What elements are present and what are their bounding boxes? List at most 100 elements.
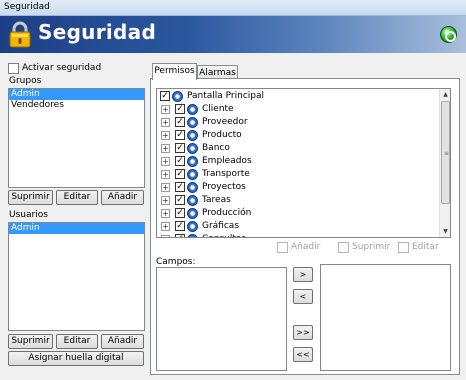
padlock-icon	[9, 21, 31, 48]
tree-node-label: Producto	[202, 130, 242, 140]
tree-node-label: Consultas	[202, 234, 246, 237]
expand-icon[interactable]: +	[161, 118, 170, 127]
tree-node[interactable]: + ✓ Producción	[157, 208, 437, 220]
tree-checkbox[interactable]: ✓	[175, 156, 185, 166]
grupos-list-item[interactable]: Admin	[9, 89, 144, 100]
usuarios-suprimir-button[interactable]: Suprimir	[8, 334, 53, 349]
activar-seguridad-checkbox[interactable]	[8, 63, 19, 74]
tree-node[interactable]: + ✓ Proveedor	[157, 117, 437, 129]
tree-node-label: Gráficas	[202, 221, 240, 231]
scroll-grip-icon: ≡	[444, 150, 450, 157]
tree-checkbox[interactable]: ✓	[175, 104, 185, 114]
asignar-huella-button[interactable]: Asignar huella digital	[8, 351, 144, 366]
expand-icon[interactable]: +	[161, 235, 170, 237]
permission-globe-icon	[187, 156, 198, 167]
campos-label: Campos:	[156, 257, 196, 267]
tree-node[interactable]: + ✓ Producto	[157, 130, 437, 142]
tree-checkbox[interactable]: ✓	[175, 182, 185, 192]
permission-globe-icon	[187, 143, 198, 154]
anadir-option-label: Añadir	[291, 242, 321, 252]
tree-checkbox[interactable]: ✓	[175, 143, 185, 153]
tree-node-label: Tareas	[202, 195, 231, 205]
usuarios-list-item[interactable]: Admin	[9, 223, 144, 234]
editar-option-label: Editar	[412, 242, 439, 252]
power-status-icon[interactable]	[440, 26, 457, 43]
tree-node[interactable]: + ✓ Banco	[157, 143, 437, 155]
tree-root-node[interactable]: ✓ Pantalla Principal	[157, 91, 437, 103]
tree-node[interactable]: + ✓ Empleados	[157, 156, 437, 168]
permisos-tree[interactable]: ▲ ≡ ▼ ✓ Pantalla Principal + ✓ Cliente + ✓ Prov…	[156, 88, 451, 238]
scroll-up-arrow-icon[interactable]: ▲	[440, 89, 450, 100]
campos-available-list[interactable]	[156, 267, 287, 371]
move-left-button[interactable]: <	[293, 289, 313, 304]
tree-node-label: Pantalla Principal	[187, 91, 265, 101]
permission-globe-icon	[187, 104, 198, 115]
main-area: Activar seguridad Grupos Admin Vendedores…	[0, 53, 466, 380]
permission-globe-icon	[172, 91, 183, 102]
move-all-left-button[interactable]: <<	[293, 347, 313, 362]
permission-globe-icon	[187, 195, 198, 206]
tree-node[interactable]: + ✓ Cliente	[157, 104, 437, 116]
tree-node-label: Proveedor	[202, 117, 248, 127]
tree-checkbox[interactable]: ✓	[175, 208, 185, 218]
tree-checkbox[interactable]: ✓	[175, 169, 185, 179]
tree-checkbox[interactable]: ✓	[175, 195, 185, 205]
permission-globe-icon	[187, 169, 198, 180]
suprimir-checkbox[interactable]	[338, 242, 349, 253]
tree-node-label: Transporte	[202, 169, 250, 179]
expand-icon[interactable]: +	[161, 196, 170, 205]
scroll-down-arrow-icon[interactable]: ▼	[440, 226, 450, 237]
suprimir-option-label: Suprimir	[352, 242, 391, 252]
tree-node-label: Empleados	[202, 156, 252, 166]
grupos-label: Grupos	[9, 76, 42, 86]
anadir-checkbox[interactable]	[277, 242, 288, 253]
tree-checkbox[interactable]: ✓	[175, 234, 185, 237]
permission-globe-icon	[187, 208, 198, 219]
usuarios-list[interactable]: Admin	[8, 222, 145, 331]
usuarios-label: Usuarios	[9, 210, 48, 220]
tree-checkbox[interactable]: ✓	[175, 221, 185, 231]
expand-icon[interactable]: +	[161, 209, 170, 218]
usuarios-editar-button[interactable]: Editar	[56, 334, 98, 349]
expand-icon[interactable]: +	[161, 157, 170, 166]
expand-icon[interactable]: +	[161, 144, 170, 153]
tree-node[interactable]: + ✓ Consultas	[157, 234, 437, 237]
tree-node-label: Producción	[202, 208, 252, 218]
tree-node[interactable]: + ✓ Gráficas	[157, 221, 437, 233]
expand-icon[interactable]: +	[161, 170, 170, 179]
expand-icon[interactable]: +	[161, 183, 170, 192]
banner-title: Seguridad	[38, 20, 157, 44]
permission-globe-icon	[187, 182, 198, 193]
grupos-suprimir-button[interactable]: Suprimir	[8, 190, 53, 205]
permission-globe-icon	[187, 130, 198, 141]
permisos-panel: ▲ ≡ ▼ ✓ Pantalla Principal + ✓ Cliente + ✓ Prov…	[150, 78, 460, 375]
grupos-editar-button[interactable]: Editar	[56, 190, 98, 205]
scroll-thumb[interactable]: ≡	[441, 101, 450, 204]
move-right-button[interactable]: >	[293, 267, 313, 282]
move-all-right-button[interactable]: >>	[293, 325, 313, 340]
expand-icon[interactable]: +	[161, 131, 170, 140]
tree-scrollbar[interactable]: ▲ ≡ ▼	[439, 89, 450, 237]
tree-node-label: Proyectos	[202, 182, 246, 192]
campos-selected-list[interactable]	[320, 264, 451, 371]
activar-seguridad-label: Activar seguridad	[22, 63, 102, 73]
expand-icon[interactable]: +	[161, 222, 170, 231]
grupos-anadir-button[interactable]: Añadir	[101, 190, 144, 205]
header-banner: Seguridad	[0, 16, 466, 53]
editar-checkbox[interactable]	[398, 242, 409, 253]
tree-node[interactable]: + ✓ Proyectos	[157, 182, 437, 194]
tree-node[interactable]: + ✓ Transporte	[157, 169, 437, 181]
tree-node[interactable]: + ✓ Tareas	[157, 195, 437, 207]
tree-node-label: Banco	[202, 143, 230, 153]
tree-checkbox[interactable]: ✓	[160, 91, 170, 101]
expand-icon[interactable]: +	[161, 105, 170, 114]
permission-globe-icon	[187, 221, 198, 232]
grupos-list-item[interactable]: Vendedores	[9, 100, 144, 111]
tree-checkbox[interactable]: ✓	[175, 130, 185, 140]
window-titlebar: Seguridad	[0, 0, 466, 16]
window-title: Seguridad	[4, 2, 50, 12]
grupos-list[interactable]: Admin Vendedores	[8, 88, 145, 188]
usuarios-anadir-button[interactable]: Añadir	[101, 334, 144, 349]
tab-permisos[interactable]: Permisos	[152, 63, 197, 80]
tree-checkbox[interactable]: ✓	[175, 117, 185, 127]
